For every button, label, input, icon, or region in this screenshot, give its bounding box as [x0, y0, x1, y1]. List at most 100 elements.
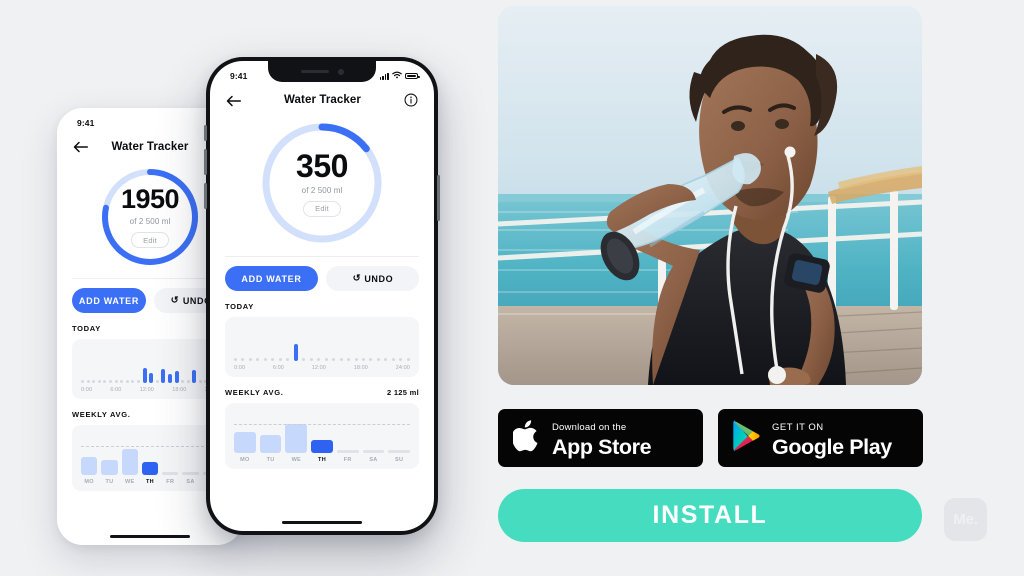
- notch: [268, 61, 376, 82]
- apple-logo-icon: [511, 418, 543, 459]
- add-water-button[interactable]: ADD WATER: [72, 288, 146, 313]
- weekly-chart-bar: [234, 432, 256, 453]
- edit-goal-button[interactable]: Edit: [303, 200, 341, 217]
- weekly-chart-card: MOTUWETHFRSASU: [72, 425, 228, 491]
- today-chart-point: [234, 358, 237, 361]
- google-play-badge[interactable]: GET IT ON Google Play: [718, 409, 923, 467]
- weekly-avg-value: 2 125 ml: [386, 388, 419, 397]
- axis-tick-label: 6:00: [110, 387, 122, 393]
- axis-tick-label: 0:00: [81, 387, 93, 393]
- today-chart-point: [332, 358, 336, 361]
- promo-panel: Download on the App Store GET IT ON Goog…: [495, 0, 1024, 576]
- weekly-axis-label: SA: [369, 457, 378, 463]
- store-badges: Download on the App Store GET IT ON Goog…: [498, 409, 923, 467]
- today-chart-point: [181, 380, 185, 383]
- water-amount-value: 350: [296, 147, 348, 184]
- axis-tick-label: 6:00: [272, 365, 284, 371]
- water-goal-label: of 2 500 ml: [301, 185, 343, 195]
- ring-center-content: 1950 of 2 500 ml Edit: [98, 165, 202, 269]
- today-chart-point: [149, 373, 154, 383]
- today-chart-bars: [234, 344, 410, 361]
- today-chart-point: [278, 358, 282, 361]
- weekly-section-title: WEEKLY AVG.: [225, 388, 284, 397]
- today-chart-axis: 0:006:0012:0018:0024:00: [81, 387, 219, 393]
- today-section-title: TODAY: [225, 302, 254, 311]
- weekly-axis-label: FR: [343, 457, 352, 463]
- weekly-axis-label: TU: [266, 457, 275, 463]
- phone-front: 9:41 Water Tracker 350 of 2 500 ml Edit …: [204, 57, 440, 535]
- cellular-signal-icon: [379, 72, 389, 80]
- axis-tick-label: 12:00: [139, 387, 154, 393]
- water-progress-ring: 1950 of 2 500 ml Edit: [98, 165, 202, 269]
- status-indicators: [379, 71, 420, 81]
- weekly-axis-label: SA: [186, 479, 195, 485]
- weekly-axis-label: TH: [146, 479, 154, 485]
- undo-button-label: UNDO: [364, 273, 394, 284]
- weekly-axis-label: MO: [84, 479, 94, 485]
- axis-tick-label: 24:00: [395, 365, 410, 371]
- weekly-axis-label: WE: [291, 457, 302, 463]
- weekly-axis-label: FR: [166, 479, 175, 485]
- axis-tick-label: 18:00: [353, 365, 368, 371]
- today-section-title: TODAY: [72, 324, 101, 333]
- today-chart-point: [86, 380, 90, 383]
- today-chart-point: [174, 371, 179, 383]
- weekly-chart-bar: [121, 448, 138, 475]
- watermark-logo: Me.: [944, 498, 987, 541]
- today-chart-point: [125, 380, 129, 383]
- install-button[interactable]: INSTALL: [498, 489, 922, 542]
- today-chart-point: [114, 380, 118, 383]
- today-chart-point: [361, 358, 365, 361]
- today-chart-point: [81, 380, 84, 383]
- today-chart-point: [347, 358, 351, 361]
- home-indicator[interactable]: [282, 520, 362, 524]
- volume-up-button[interactable]: [204, 149, 207, 175]
- google-play-badge-text: GET IT ON Google Play: [772, 417, 892, 460]
- phone-front-ring-wrap: 350 of 2 500 ml Edit: [210, 113, 434, 247]
- today-chart-point: [97, 380, 101, 383]
- arrow-left-icon[interactable]: [226, 94, 241, 107]
- today-chart-point: [192, 370, 197, 383]
- mute-switch[interactable]: [204, 125, 207, 141]
- ring-center-content: 350 of 2 500 ml Edit: [258, 119, 386, 247]
- app-store-bottom-label: App Store: [552, 434, 652, 459]
- weekly-chart-bar: [101, 459, 118, 475]
- power-button[interactable]: [437, 175, 440, 221]
- weekly-axis-label: TU: [105, 479, 114, 485]
- axis-tick-label: 18:00: [172, 387, 187, 393]
- volume-down-button[interactable]: [204, 183, 207, 209]
- undo-arrow-icon: ↻: [351, 272, 361, 284]
- today-chart-point: [293, 344, 298, 361]
- battery-icon: [405, 72, 420, 80]
- weekly-axis-label: MO: [240, 457, 250, 463]
- today-chart-point: [136, 380, 140, 383]
- today-chart-point: [354, 358, 358, 361]
- today-chart-point: [92, 380, 96, 383]
- add-water-button[interactable]: ADD WATER: [225, 266, 318, 291]
- weekly-chart-card[interactable]: MO TU WE TH FR SA SU: [225, 403, 419, 469]
- weekly-chart-bar: [162, 472, 179, 475]
- phone-front-navbar: Water Tracker: [210, 85, 434, 113]
- google-play-triangle-icon: [733, 419, 763, 457]
- google-play-bottom-label: Google Play: [772, 434, 892, 459]
- weekly-chart-bar: [388, 449, 411, 453]
- info-circle-icon[interactable]: [404, 93, 418, 107]
- earpiece-speaker-icon: [300, 69, 329, 74]
- phone-mockups-area: 9:41 Water Tracker 1950 of 2 500 ml Edit…: [0, 0, 495, 576]
- edit-goal-button[interactable]: Edit: [131, 232, 169, 248]
- undo-button[interactable]: ↻ UNDO: [326, 266, 419, 291]
- today-chart-plot: [81, 349, 219, 383]
- weekly-chart-bar: [362, 449, 385, 453]
- today-section-header: TODAY: [210, 302, 434, 311]
- today-chart-point: [161, 369, 166, 383]
- today-chart-point: [384, 358, 388, 361]
- axis-tick-label: 0:00: [234, 365, 246, 371]
- today-chart-point: [131, 380, 135, 383]
- weekly-chart-bars: [234, 413, 411, 453]
- today-chart-card[interactable]: 0:00 6:00 12:00 18:00 24:00: [225, 317, 419, 377]
- today-chart-point: [256, 358, 260, 361]
- arrow-left-icon[interactable]: [73, 140, 88, 153]
- status-time: 9:41: [230, 71, 248, 81]
- app-store-badge[interactable]: Download on the App Store: [498, 409, 703, 467]
- weekly-chart-bar: [182, 472, 199, 475]
